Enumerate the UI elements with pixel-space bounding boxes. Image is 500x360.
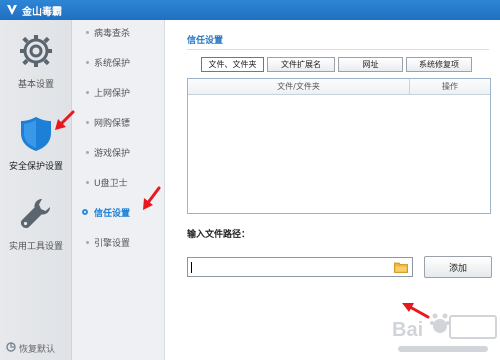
restore-defaults-button[interactable]: 恢复默认 <box>6 342 55 355</box>
text-caret <box>191 262 192 273</box>
file-path-input[interactable] <box>187 257 413 277</box>
path-label: 输入文件路径： <box>187 230 251 240</box>
nav-item-web-protection[interactable]: 上网保护 <box>72 82 165 102</box>
folder-browse-icon[interactable] <box>394 261 408 273</box>
category-tool-settings[interactable]: 实用工具设置 <box>0 196 72 252</box>
nav-item-engine-settings[interactable]: 引擎设置 <box>72 232 165 252</box>
app-title: 金山毒霸 <box>22 6 62 18</box>
nav-label: 引擎设置 <box>94 238 131 249</box>
tab-file-extensions[interactable]: 文件扩展名 <box>267 57 335 72</box>
wrench-icon <box>0 196 72 235</box>
nav-label: 信任设置 <box>94 208 131 219</box>
annotation-arrow <box>55 110 75 130</box>
bullet-icon <box>86 61 89 64</box>
nav-label: 系统保护 <box>94 58 131 69</box>
bullet-icon <box>86 181 89 184</box>
tab-system-repair-items[interactable]: 系统修复项 <box>406 57 472 72</box>
table-header: 文件/文件夹 操作 <box>188 79 490 95</box>
nav-label: 病毒查杀 <box>94 28 131 39</box>
nav-label: 网购保镖 <box>94 118 131 129</box>
trust-list-table[interactable]: 文件/文件夹 操作 <box>187 78 491 214</box>
watermark-logo: Bai <box>392 313 497 352</box>
add-button[interactable]: 添加 <box>424 256 492 278</box>
category-basic-settings[interactable]: 基本设置 <box>0 32 72 90</box>
section-title: 信任设置 <box>187 36 224 46</box>
column-header-path[interactable]: 文件/文件夹 <box>188 79 410 94</box>
restore-icon <box>6 342 16 355</box>
nav-item-virus-scan[interactable]: 病毒查杀 <box>72 22 165 42</box>
section-divider <box>187 49 489 50</box>
annotation-arrow <box>143 186 161 210</box>
bullet-icon <box>86 91 89 94</box>
nav-label: U盘卫士 <box>94 178 128 189</box>
gear-icon <box>0 32 72 73</box>
radio-selected-icon <box>82 209 88 215</box>
nav-label: 游戏保护 <box>94 148 131 159</box>
bullet-icon <box>86 151 89 154</box>
nav-label: 上网保护 <box>94 88 131 99</box>
category-label: 实用工具设置 <box>8 242 63 252</box>
tab-urls[interactable]: 网址 <box>338 57 403 72</box>
category-label: 基本设置 <box>17 80 54 90</box>
trust-tabs: 文件、文件夹 文件扩展名 网址 系统修复项 <box>201 57 475 72</box>
restore-label: 恢复默认 <box>19 345 56 355</box>
svg-text:Bai: Bai <box>392 319 423 341</box>
category-label: 安全保护设置 <box>8 162 63 172</box>
nav-item-system-protection[interactable]: 系统保护 <box>72 52 165 72</box>
nav-item-shopping-guard[interactable]: 网购保镖 <box>72 112 165 132</box>
column-header-action[interactable]: 操作 <box>410 79 490 94</box>
v-shield-icon <box>6 4 18 16</box>
bullet-icon <box>86 31 89 34</box>
title-bar: 金山毒霸 <box>0 0 500 20</box>
nav-item-game-protection[interactable]: 游戏保护 <box>72 142 165 162</box>
bullet-icon <box>86 121 89 124</box>
category-sidebar: 基本设置 安全保护设置 实用工具设置 恢复默认 <box>0 20 72 360</box>
tab-files-folders[interactable]: 文件、文件夹 <box>201 57 264 72</box>
bullet-icon <box>86 241 89 244</box>
